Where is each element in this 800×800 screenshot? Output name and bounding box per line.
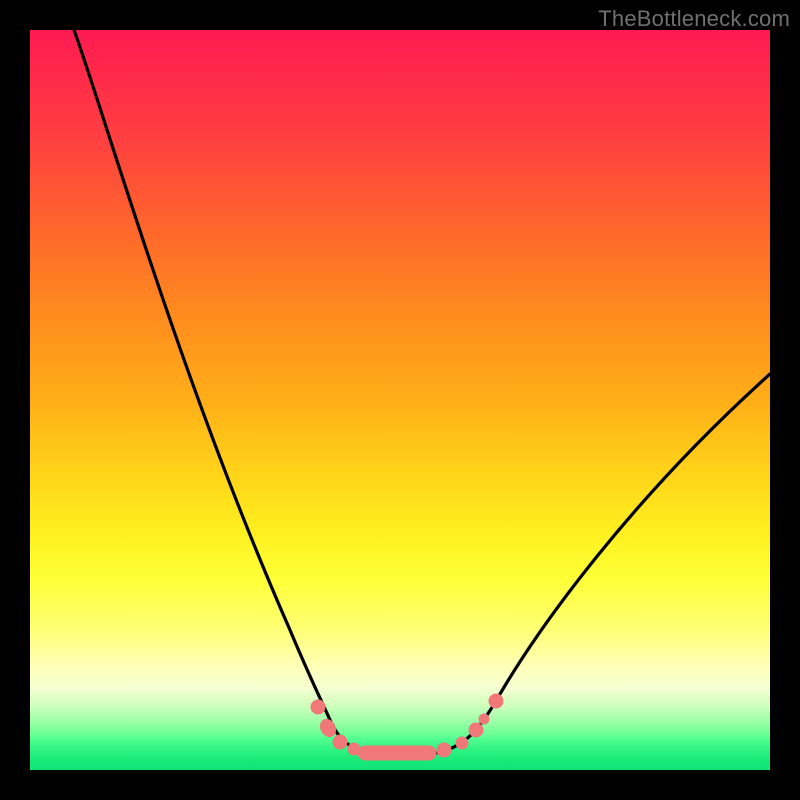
min-region-markers (311, 694, 503, 760)
chart-frame: TheBottleneck.com (0, 0, 800, 800)
curve-layer (30, 30, 770, 770)
plot-area (30, 30, 770, 770)
watermark-text: TheBottleneck.com (598, 6, 790, 32)
bottleneck-curve (74, 30, 770, 754)
